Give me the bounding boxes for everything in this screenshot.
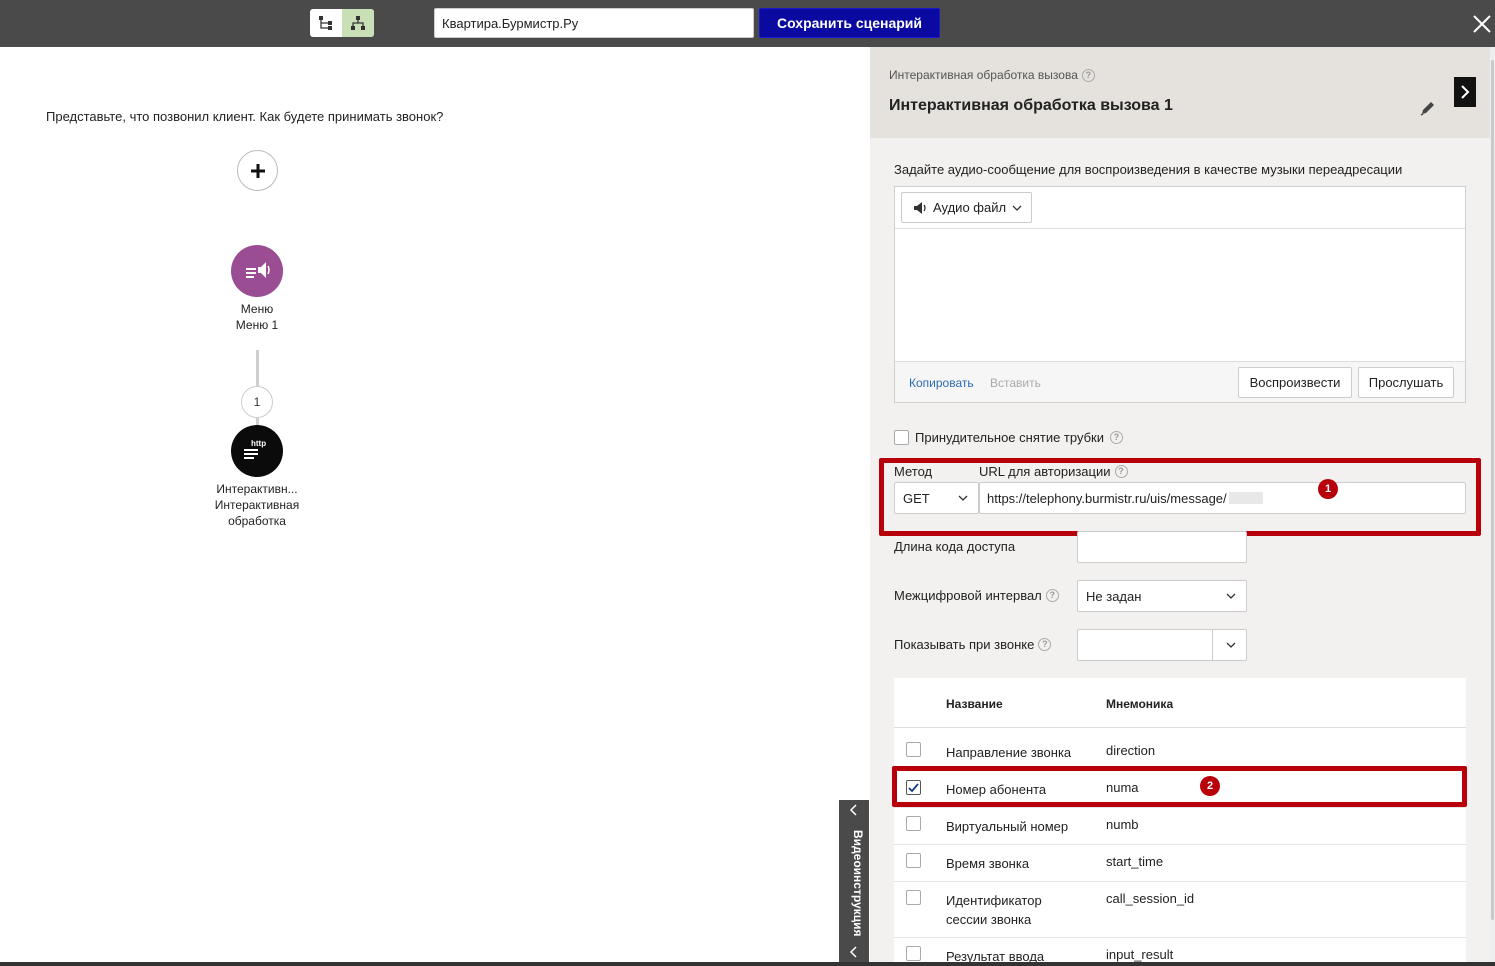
close-icon[interactable] [1470,12,1494,36]
help-icon[interactable]: ? [1045,589,1059,602]
node-type-label: Интерактивная обработка вызова [889,68,1078,82]
row-checkbox[interactable] [906,816,921,831]
table-row[interactable]: Время звонка start_time [894,845,1466,882]
audio-footer: Копировать Вставить Воспроизвести Прослу… [895,361,1465,402]
paste-link[interactable]: Вставить [990,376,1041,390]
menu-node-name: Меню 1 [235,318,279,332]
http-node-type-line2: обработка [228,514,286,528]
row-mnemonic: start_time [1106,854,1164,869]
graph-view-button[interactable] [342,9,374,37]
play-button[interactable]: Воспроизвести [1238,367,1352,398]
http-badge: http [251,439,266,448]
view-toggle [310,9,374,37]
panel-header: Интерактивная обработка вызова ? Интерак… [870,47,1495,138]
row-mnemonic: direction [1106,743,1156,758]
show-on-call-row: Показывать при звонке ? [894,637,1052,652]
table-header: Название Мнемоника [894,678,1466,728]
marker-1: 1 [1318,479,1338,499]
video-instruction-label: Видеоинструкция [851,829,865,937]
show-on-call-label: Показывать при звонке [894,637,1035,652]
interdigit-interval-value: Не задан [1086,588,1142,604]
highlight-frame-2 [892,766,1467,807]
collapse-panel-button[interactable] [1454,77,1476,107]
http-node-label: Интерактивн... Интерактивная обработка [187,481,327,529]
connector-line [256,350,259,386]
panel-scroll-thumb[interactable] [1491,60,1494,920]
http-request-icon: http [244,439,266,459]
row-checkbox[interactable] [906,853,921,868]
audio-source-value: Аудио файл [933,200,1007,215]
table-row[interactable]: Виртуальный номер numb [894,808,1466,845]
audio-message-editor: Аудио файл Копировать Вставить Воспроизв… [894,186,1466,403]
column-name-header: Название [946,697,1003,711]
access-code-length-label: Длина кода доступа [894,539,1016,554]
chevron-down-icon [1226,593,1236,599]
audio-caption: Задайте аудио-сообщение для воспроизведе… [894,162,1403,177]
tree-view-icon [319,16,332,30]
graph-view-icon [351,16,365,30]
audio-source-dropdown[interactable]: Аудио файл [901,192,1032,223]
branch-number[interactable]: 1 [241,386,273,418]
video-instruction-tab[interactable]: Видеоинструкция [839,800,869,966]
menu-node-label: Меню Меню 1 [187,301,327,333]
force-pickup-label: Принудительное снятие трубки [915,430,1105,445]
add-node-button[interactable] [237,150,278,191]
row-name: Идентификатор сессии звонка [946,893,1042,927]
params-table: Название Мнемоника Направление звонка di… [894,678,1466,966]
column-mnemonic-header: Мнемоника [1106,697,1174,711]
force-pickup-checkbox[interactable] [894,430,909,445]
help-icon[interactable]: ? [1038,638,1052,651]
audio-toolbar: Аудио файл [895,187,1465,229]
http-node-type-line1: Интерактивная [214,498,300,512]
plus-icon [250,163,265,178]
marker-2: 2 [1200,776,1220,796]
menu-node[interactable] [231,245,283,297]
row-name: Направление звонка [946,745,1072,760]
interdigit-interval-label: Межцифровой интервал [894,588,1042,603]
row-checkbox[interactable] [906,742,921,757]
row-name: Виртуальный номер [946,819,1069,834]
speaker-icon [914,201,926,214]
interdigit-interval-row: Межцифровой интервал ? [894,588,1059,603]
chevron-right-icon [1461,85,1470,99]
panel-subtitle: Интерактивная обработка вызова ? [889,68,1095,82]
highlight-frame-1 [879,458,1481,536]
chevron-down-icon [1226,642,1236,648]
http-node-name: Интерактивн... [216,482,298,496]
chevron-down-icon [1012,205,1022,211]
properties-panel: Интерактивная обработка вызова ? Интерак… [870,47,1495,966]
bottom-edge [0,962,1495,966]
chevron-left-icon [849,804,857,816]
canvas-prompt: Представьте, что позвонил клиент. Как бу… [46,109,444,124]
http-node[interactable]: http [231,425,283,477]
show-on-call-select[interactable] [1077,629,1247,661]
select-divider [1212,630,1213,660]
scenario-canvas[interactable]: Представьте, что позвонил клиент. Как бу… [0,47,870,966]
listen-button[interactable]: Прослушать [1358,367,1454,398]
help-icon[interactable]: ? [1110,431,1124,444]
speaker-menu-icon [246,262,270,278]
row-mnemonic: numb [1106,817,1139,832]
force-pickup-row: Принудительное снятие трубки ? [894,430,1124,445]
access-code-length-input[interactable] [1077,531,1247,563]
chevron-left-icon [849,946,857,958]
row-mnemonic: call_session_id [1106,891,1195,906]
scenario-name-input[interactable] [434,8,754,38]
row-name: Время звонка [946,856,1030,871]
pencil-icon[interactable] [1419,99,1437,117]
help-icon[interactable]: ? [1081,68,1095,82]
table-row[interactable]: Идентификатор сессии звонка call_session… [894,882,1466,938]
tree-view-button[interactable] [310,9,342,37]
top-bar: Сохранить сценарий [0,0,1495,47]
row-checkbox[interactable] [906,890,921,905]
menu-node-type: Меню [240,302,274,316]
row-checkbox[interactable] [906,946,921,961]
save-scenario-button[interactable]: Сохранить сценарий [759,8,940,38]
row-mnemonic: input_result [1106,947,1174,962]
interdigit-interval-select[interactable]: Не задан [1077,580,1247,612]
panel-title: Интерактивная обработка вызова 1 [889,97,1173,114]
copy-link[interactable]: Копировать [909,376,974,390]
